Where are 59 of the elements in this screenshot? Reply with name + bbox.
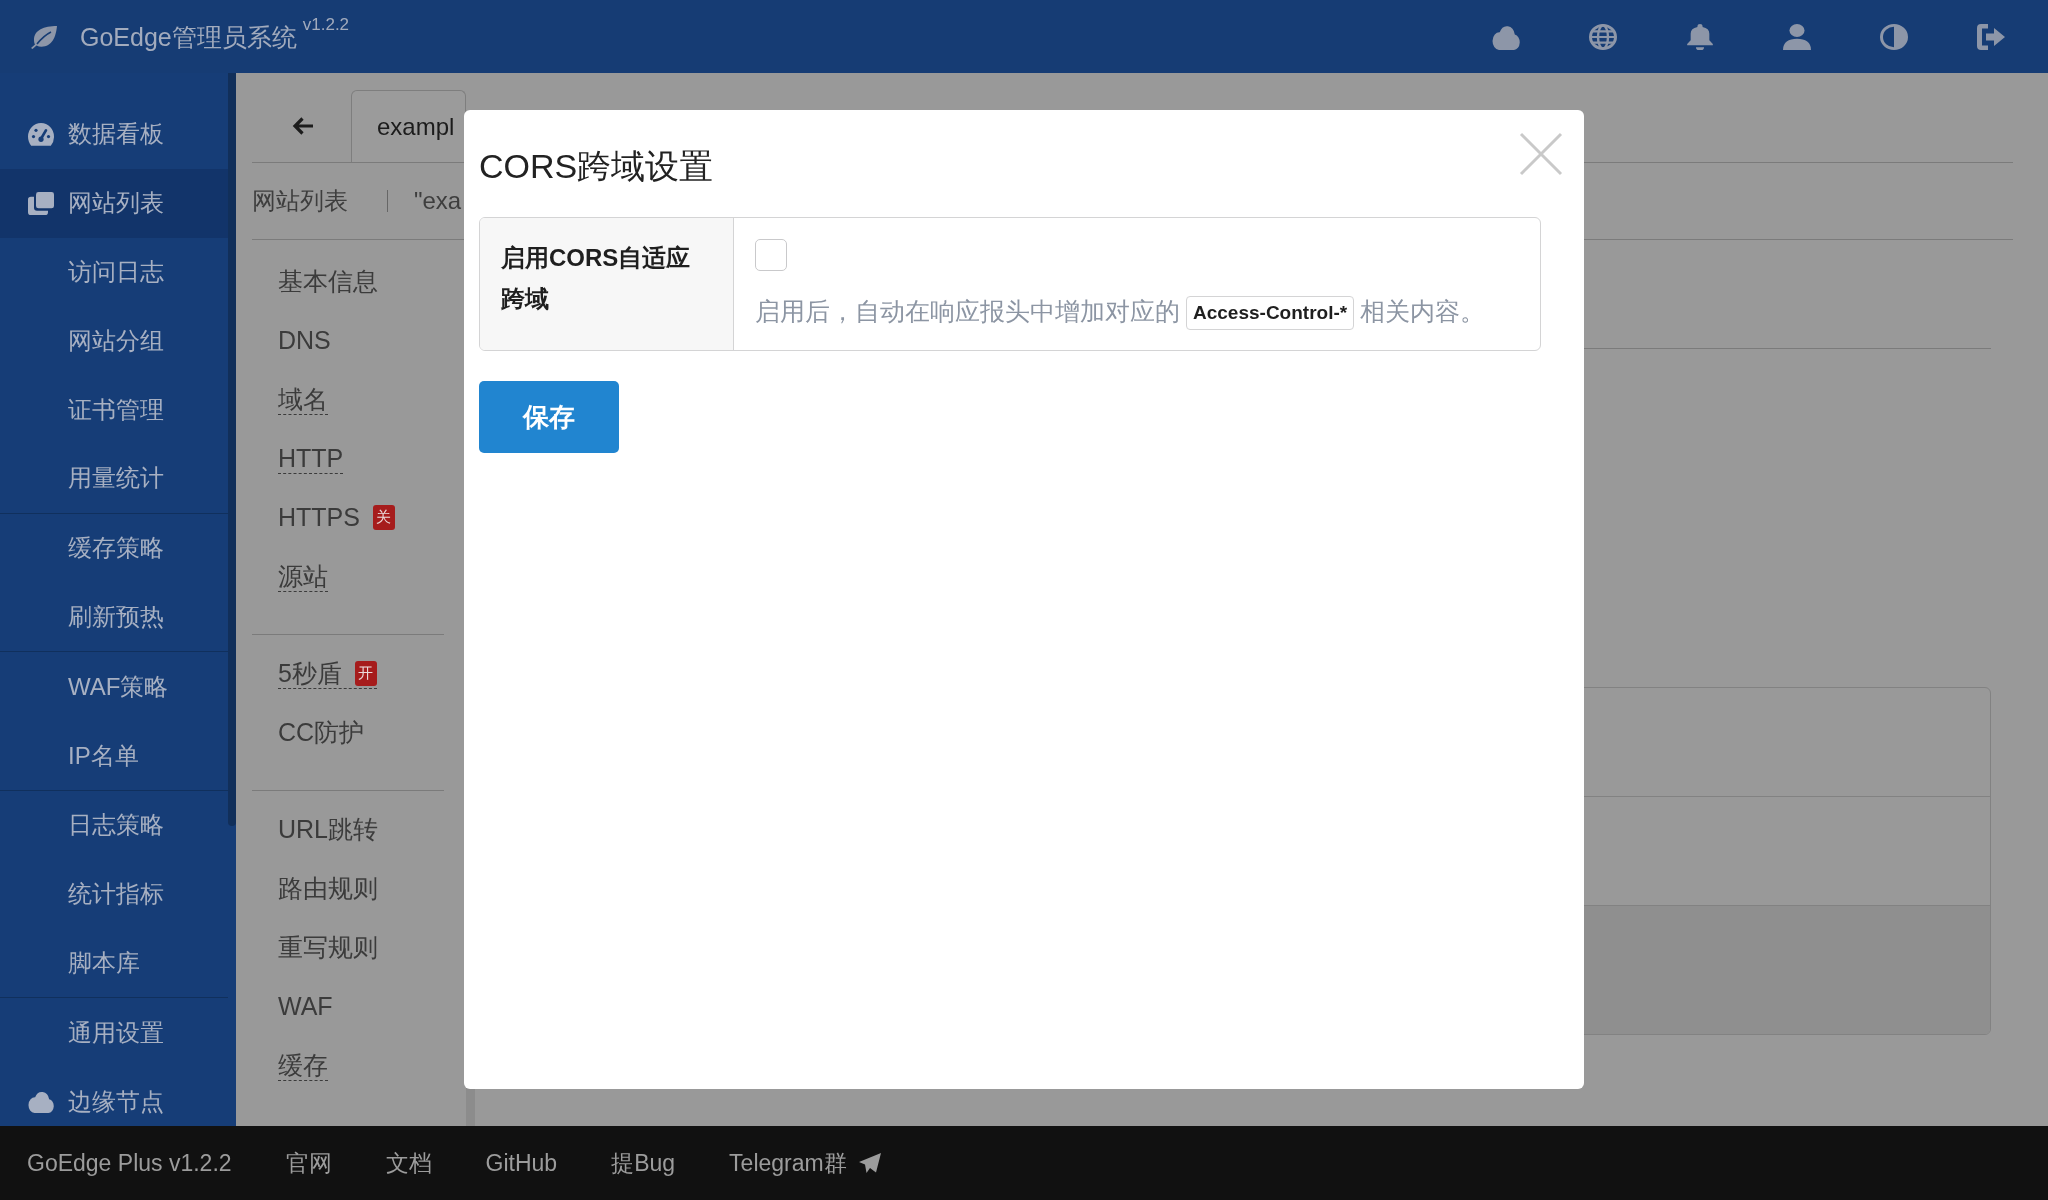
- sidebar-item[interactable]: 用量统计: [0, 444, 228, 513]
- menu-item[interactable]: HTTP: [278, 443, 344, 474]
- sidebar-item[interactable]: 边缘节点: [0, 1067, 228, 1126]
- sidebar-item[interactable]: 脚本库: [0, 928, 228, 998]
- scrollbar[interactable]: [228, 73, 236, 826]
- footer-link[interactable]: Telegram群: [729, 1147, 881, 1179]
- version-text: GoEdge Plus v1.2.2: [27, 1149, 232, 1177]
- field-label: 启用CORS自适应跨域: [480, 218, 734, 351]
- cloud-icon[interactable]: [1492, 23, 1520, 50]
- footer-link[interactable]: GitHub: [485, 1149, 558, 1177]
- copy-icon: [28, 191, 54, 215]
- footer-link[interactable]: 提Bug: [611, 1147, 676, 1179]
- breadcrumb-text: "exa: [414, 187, 462, 215]
- menu-item[interactable]: 缓存: [278, 1050, 328, 1081]
- paper-plane-icon: [858, 1153, 881, 1173]
- bell-icon[interactable]: [1686, 23, 1714, 50]
- status-badge: 关: [372, 504, 395, 530]
- menu-item[interactable]: 重写规则: [278, 932, 378, 963]
- menu-item[interactable]: CC防护: [278, 717, 365, 748]
- menu-item[interactable]: DNS: [278, 325, 331, 356]
- user-icon[interactable]: [1783, 23, 1811, 50]
- app-title: GoEdge管理员系统: [80, 21, 297, 52]
- sidebar-item[interactable]: 网站列表: [0, 168, 228, 238]
- contrast-icon[interactable]: [1880, 23, 1908, 50]
- menu-item[interactable]: 域名: [278, 384, 328, 415]
- sidebar-item[interactable]: IP名单: [0, 721, 228, 790]
- menu-item[interactable]: WAF: [278, 991, 333, 1022]
- sidebar-item[interactable]: 访问日志: [0, 237, 228, 307]
- menu-item[interactable]: 路由规则: [278, 873, 378, 904]
- sidebar-item[interactable]: 数据看板: [0, 100, 228, 169]
- breadcrumb-link[interactable]: 网站列表: [252, 185, 348, 217]
- dashboard-gauge-icon: [28, 122, 54, 146]
- field-hint: 启用后，自动在响应报头中增加对应的 Access-Control-* 相关内容。: [755, 293, 1518, 331]
- menu-item[interactable]: 基本信息: [278, 266, 378, 297]
- sidebar-item[interactable]: 网站分组: [0, 306, 228, 376]
- checkbox[interactable]: [755, 239, 787, 271]
- menu-item[interactable]: URL跳转: [278, 814, 378, 845]
- logout-icon[interactable]: [1977, 23, 2005, 50]
- modal-title: CORS跨域设置: [479, 146, 715, 186]
- save-button[interactable]: 保存: [479, 381, 619, 454]
- sidebar-item[interactable]: WAF策略: [0, 652, 228, 722]
- footer-link[interactable]: 文档: [385, 1147, 432, 1179]
- menu-item[interactable]: 5秒盾 开: [278, 658, 377, 689]
- globe-icon[interactable]: [1589, 23, 1617, 50]
- sidebar-item[interactable]: 刷新预热: [0, 582, 228, 652]
- sidebar-item[interactable]: 统计指标: [0, 859, 228, 929]
- footer-link[interactable]: 官网: [285, 1147, 332, 1179]
- version-label: v1.2.2: [302, 15, 350, 34]
- leaf-logo-icon: [30, 24, 58, 49]
- status-badge: 开: [354, 660, 377, 686]
- menu-item[interactable]: 源站: [278, 561, 328, 592]
- sidebar-item[interactable]: 通用设置: [0, 998, 228, 1068]
- sidebar-item[interactable]: 日志策略: [0, 790, 228, 860]
- sidebar-item[interactable]: 缓存策略: [0, 513, 228, 583]
- back-arrow-icon[interactable]: [292, 117, 314, 135]
- sidebar-item[interactable]: 证书管理: [0, 375, 228, 444]
- tab[interactable]: exampl: [351, 90, 466, 162]
- menu-item[interactable]: HTTPS 关: [278, 502, 395, 533]
- cloud-icon: [28, 1090, 54, 1114]
